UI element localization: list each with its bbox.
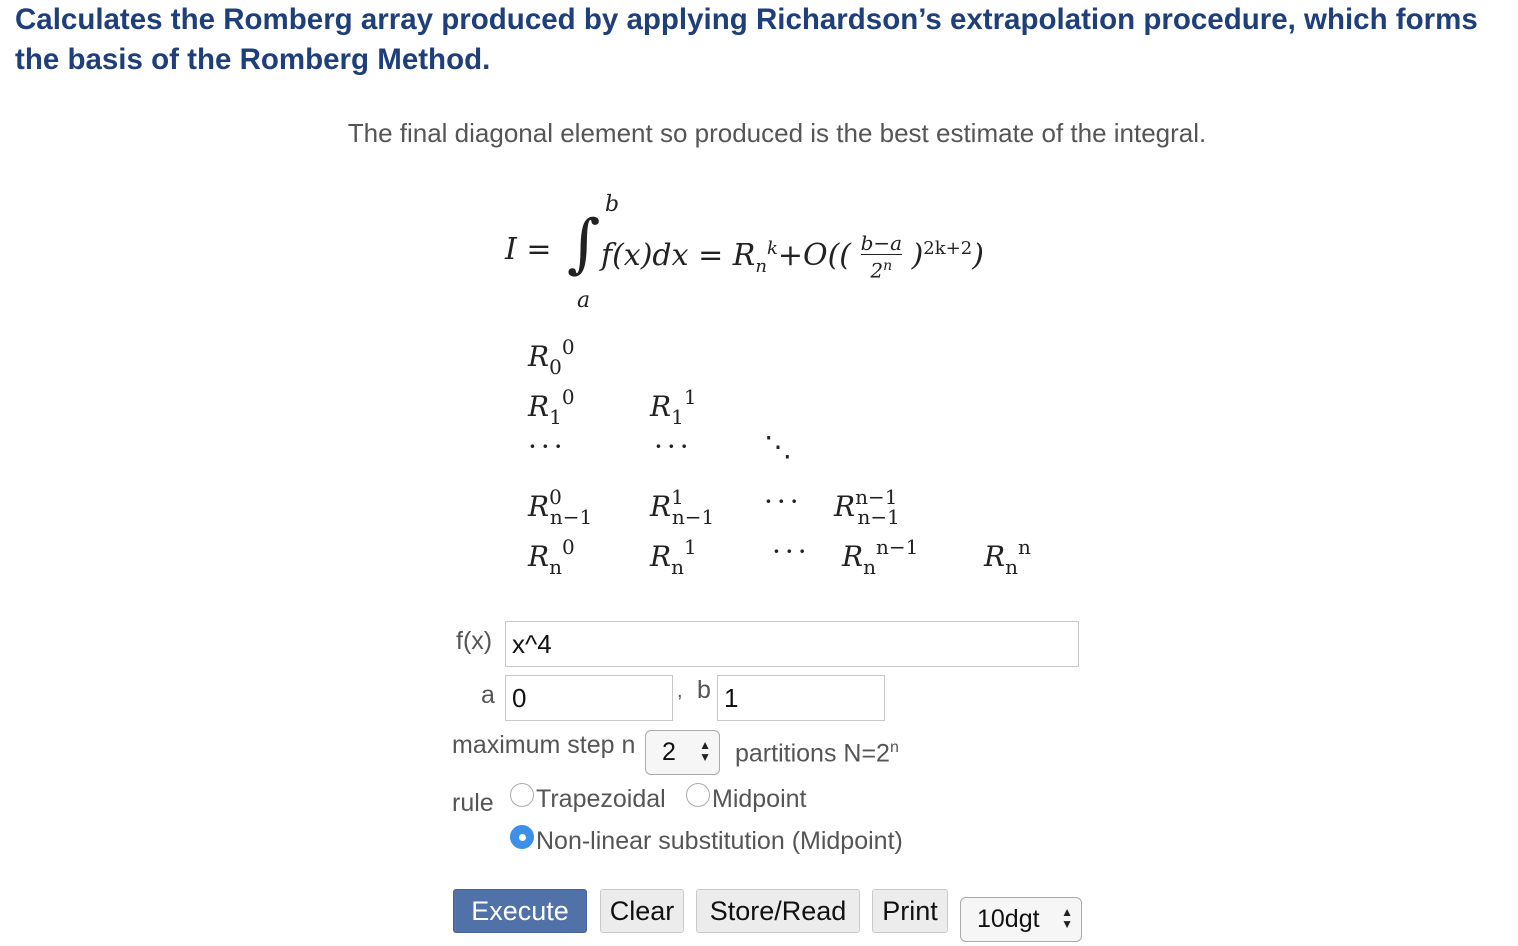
romberg-cell: R11 [650,385,697,429]
ellipsis: ··· [528,430,567,463]
max-step-value: 2 [662,738,676,766]
formula-lhs: I = [505,232,552,267]
b-label: b [697,676,711,704]
intro-text: The final diagonal element so produced i… [347,118,1207,148]
romberg-cell: Rn−1n−1 [834,485,900,529]
upper-limit: b [605,192,620,217]
rule-radio-trapezoidal[interactable] [510,783,534,807]
ellipsis: ··· [654,430,693,463]
romberg-cell: R1n−1 [650,485,715,529]
ellipsis: ··· [764,485,803,518]
upper-bound-input[interactable]: 1 [717,675,885,721]
max-step-select[interactable]: 2 ▲ ▼ [645,730,720,775]
romberg-formula: I = ∫ b a f(x)dx = Rnk+O(( b−a 2n )2k+2) [505,190,1065,313]
rule-label: rule [452,789,494,817]
print-button[interactable]: Print [872,889,948,933]
formula-rhs: f(x)dx = Rnk+O(( b−a 2n )2k+2) [601,231,984,283]
max-step-label: maximum step n [452,731,636,759]
romberg-cell: Rnn [984,535,1031,579]
rule-option-label[interactable]: Non-linear substitution (Midpoint) [536,827,903,856]
comma-separator: , [677,680,683,702]
lower-bound-input[interactable]: 0 [505,675,673,721]
rule-radio-midpoint[interactable] [686,783,710,807]
romberg-cell: R10 [528,385,575,429]
rule-option-label[interactable]: Midpoint [712,785,807,814]
function-input[interactable]: x^4 [505,621,1079,667]
digits-select[interactable]: 10dgt ▲ ▼ [960,897,1082,942]
digits-value: 10dgt [977,905,1040,933]
romberg-cell: Rn0 [528,535,575,579]
stepper-arrows-icon: ▲ ▼ [699,738,711,764]
execute-button[interactable]: Execute [453,889,587,933]
partitions-label: partitions N=2n [735,739,899,768]
ellipsis: ··· [772,535,811,568]
rule-radio-nonlinear[interactable] [510,825,534,849]
integral-sign: ∫ [567,207,601,281]
romberg-cell: R0n−1 [528,485,593,529]
rule-option-label[interactable]: Trapezoidal [536,785,666,814]
romberg-cell: R00 [528,335,575,379]
romberg-array: R00 R10 R11 ··· ··· ⋱ R0n−1 R1n−1 ··· Rn… [528,330,1068,590]
romberg-cell: Rnn−1 [842,535,919,579]
clear-button[interactable]: Clear [600,889,684,933]
store-read-button[interactable]: Store/Read [696,889,860,933]
fx-label: f(x) [456,627,493,655]
lower-limit: a [577,288,591,313]
diagonal-ellipsis: ⋱ [764,430,792,463]
romberg-cell: Rn1 [650,535,697,579]
a-label: a [481,681,495,709]
partitions-exponent: n [889,739,899,756]
partitions-text: partitions N=2 [735,739,890,768]
page-title: Calculates the Romberg array produced by… [15,3,1478,76]
select-arrows-icon: ▲ ▼ [1061,905,1073,931]
